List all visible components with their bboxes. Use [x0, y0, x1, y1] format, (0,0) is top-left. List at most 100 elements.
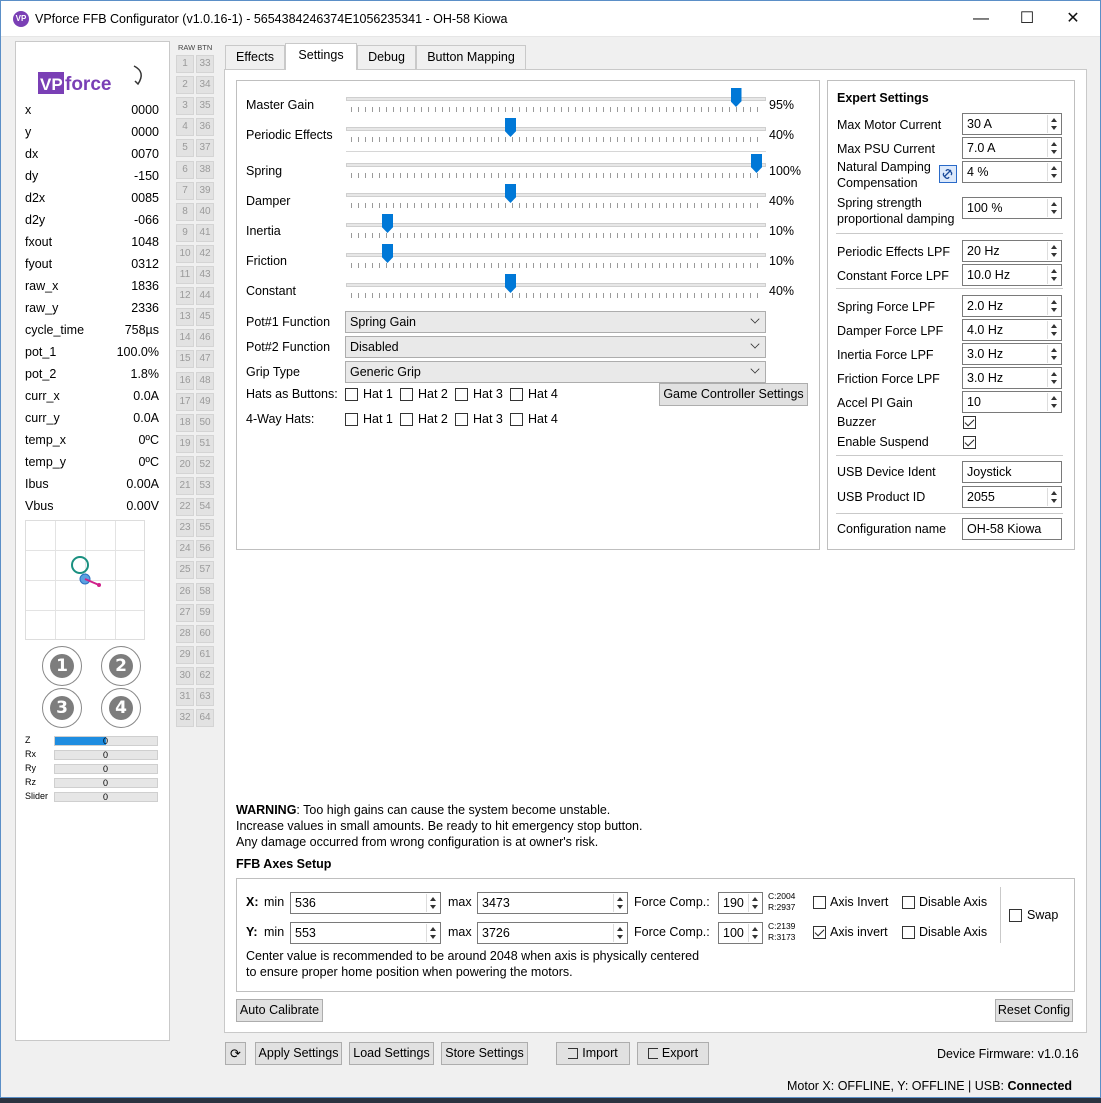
y-disable-axis-checkbox[interactable]: [902, 926, 915, 939]
y-min-spinbox[interactable]: 553: [290, 922, 441, 944]
x-force-comp-spinbox[interactable]: 190: [718, 892, 763, 914]
spin-arrows-icon[interactable]: [613, 894, 626, 912]
constant-force-lpf-spinbox[interactable]: 10.0 Hz: [962, 264, 1062, 286]
spinbox-value: 10.0 Hz: [967, 268, 1011, 282]
pot-1-function-dropdown[interactable]: Spring Gain: [345, 311, 766, 333]
spin-arrows-icon[interactable]: [1047, 163, 1060, 181]
four-way-hats-hat-2-checkbox[interactable]: [400, 413, 413, 426]
x-axis-label: X:: [246, 895, 259, 909]
slider-track-constant[interactable]: [346, 283, 766, 287]
slider-track-periodic-effects[interactable]: [346, 127, 766, 131]
x-max-spinbox[interactable]: 3473: [477, 892, 628, 914]
hats-as-buttons-hat-3-checkbox[interactable]: [455, 388, 468, 401]
vpforce-logo: VP force: [38, 65, 142, 95]
max-motor-current-spinbox[interactable]: 30 A: [962, 113, 1062, 135]
spin-arrows-icon[interactable]: [426, 924, 439, 942]
refresh-button[interactable]: ⟳: [225, 1042, 246, 1065]
natural-damping-spinbox[interactable]: 4 %: [962, 161, 1062, 183]
telemetry-value: 1048: [131, 235, 159, 249]
slider-thumb-master-gain[interactable]: [730, 88, 742, 107]
slider-thumb-inertia[interactable]: [382, 214, 393, 233]
tab-debug[interactable]: Debug: [357, 45, 416, 69]
minimize-button[interactable]: —: [958, 1, 1004, 37]
stick-position-grid: [25, 520, 145, 640]
usb-device-ident-input[interactable]: Joystick: [962, 461, 1062, 483]
slider-thumb-spring[interactable]: [751, 154, 762, 173]
inertia-force-lpf-spinbox[interactable]: 3.0 Hz: [962, 343, 1062, 365]
apply-settings-button[interactable]: Apply Settings: [255, 1042, 342, 1065]
axis-level-bar: 0: [54, 792, 158, 802]
damper-force-lpf-spinbox[interactable]: 4.0 Hz: [962, 319, 1062, 341]
spin-arrows-icon[interactable]: [1047, 369, 1060, 387]
store-settings-button[interactable]: Store Settings: [441, 1042, 528, 1065]
configuration-name-label: Configuration name: [837, 522, 947, 536]
y-axis-invert-checkbox[interactable]: [813, 926, 826, 939]
y-max-spinbox[interactable]: 3726: [477, 922, 628, 944]
spin-arrows-icon[interactable]: [748, 894, 761, 912]
periodic-effects-lpf-spinbox[interactable]: 20 Hz: [962, 240, 1062, 262]
game-controller-settings-button[interactable]: Game Controller Settings: [659, 383, 808, 406]
slider-thumb-periodic-effects[interactable]: [505, 118, 516, 137]
slider-track-inertia[interactable]: [346, 223, 766, 227]
x-disable-axis-checkbox[interactable]: [902, 896, 915, 909]
four-way-hats-hat-3-checkbox[interactable]: [455, 413, 468, 426]
swap-checkbox[interactable]: [1009, 909, 1022, 922]
tab-effects[interactable]: Effects: [225, 45, 285, 69]
slider-track-spring[interactable]: [346, 163, 766, 167]
spin-arrows-icon[interactable]: [1047, 321, 1060, 339]
close-button[interactable]: ✕: [1050, 1, 1096, 37]
hats-as-buttons-hat-2-checkbox[interactable]: [400, 388, 413, 401]
enable-suspend-checkbox[interactable]: [963, 436, 976, 449]
raw-button-indicator: 23: [176, 519, 194, 538]
four-way-hats-hat-1-checkbox[interactable]: [345, 413, 358, 426]
slider-track-damper[interactable]: [346, 193, 766, 197]
spin-arrows-icon[interactable]: [613, 924, 626, 942]
accel-pi-gain-spinbox[interactable]: 10: [962, 391, 1062, 413]
grip-type-dropdown[interactable]: Generic Grip: [345, 361, 766, 383]
friction-force-lpf-spinbox[interactable]: 3.0 Hz: [962, 367, 1062, 389]
four-way-hats-hat-4-checkbox[interactable]: [510, 413, 523, 426]
pot-2-function-dropdown[interactable]: Disabled: [345, 336, 766, 358]
slider-thumb-friction[interactable]: [382, 244, 393, 263]
usb-product-id-spinbox[interactable]: 2055: [962, 486, 1062, 508]
maximize-button[interactable]: ☐: [1004, 1, 1050, 37]
x-min-spinbox[interactable]: 536: [290, 892, 441, 914]
slider-track-friction[interactable]: [346, 253, 766, 257]
spin-arrows-icon[interactable]: [1047, 199, 1060, 217]
swap-label: Swap: [1027, 908, 1059, 922]
spin-arrows-icon[interactable]: [1047, 266, 1060, 284]
hats-as-buttons-hat-1-checkbox[interactable]: [345, 388, 358, 401]
hats-as-buttons-hat-4-checkbox[interactable]: [510, 388, 523, 401]
load-settings-button[interactable]: Load Settings: [349, 1042, 434, 1065]
spin-arrows-icon[interactable]: [748, 924, 761, 942]
spin-arrows-icon[interactable]: [1047, 115, 1060, 133]
spin-arrows-icon[interactable]: [1047, 345, 1060, 363]
auto-calibrate-button[interactable]: Auto Calibrate: [236, 999, 323, 1022]
slider-track-master-gain[interactable]: [346, 97, 766, 101]
slider-label-damper: Damper: [246, 194, 291, 208]
telemetry-row-raw-y: raw_y 2336: [25, 298, 159, 320]
export-button[interactable]: Export: [637, 1042, 709, 1065]
import-button[interactable]: Import: [556, 1042, 630, 1065]
spin-arrows-icon[interactable]: [1047, 139, 1060, 157]
slider-thumb-constant[interactable]: [505, 274, 516, 293]
spin-arrows-icon[interactable]: [426, 894, 439, 912]
configuration-name-input[interactable]: OH-58 Kiowa: [962, 518, 1062, 540]
telemetry-value: 100.0%: [116, 345, 159, 359]
spin-arrows-icon[interactable]: [1047, 297, 1060, 315]
tab-button-mapping[interactable]: Button Mapping: [416, 45, 526, 69]
spin-arrows-icon[interactable]: [1047, 393, 1060, 411]
raw-button-indicator: 34: [196, 76, 214, 95]
spin-arrows-icon[interactable]: [1047, 242, 1060, 260]
reset-config-button[interactable]: Reset Config: [995, 999, 1073, 1022]
tab-settings[interactable]: Settings: [285, 43, 357, 70]
spring-strength-spinbox[interactable]: 100 %: [962, 197, 1062, 219]
settings-panel: Master Gain 95% Periodic Effects 40% Spring 1…: [224, 69, 1087, 1033]
x-axis-invert-checkbox[interactable]: [813, 896, 826, 909]
spring-force-lpf-spinbox[interactable]: 2.0 Hz: [962, 295, 1062, 317]
slider-thumb-damper[interactable]: [505, 184, 516, 203]
max-psu-current-spinbox[interactable]: 7.0 A: [962, 137, 1062, 159]
buzzer-checkbox[interactable]: [963, 416, 976, 429]
y-force-comp-spinbox[interactable]: 100: [718, 922, 763, 944]
link-icon[interactable]: [939, 165, 957, 183]
